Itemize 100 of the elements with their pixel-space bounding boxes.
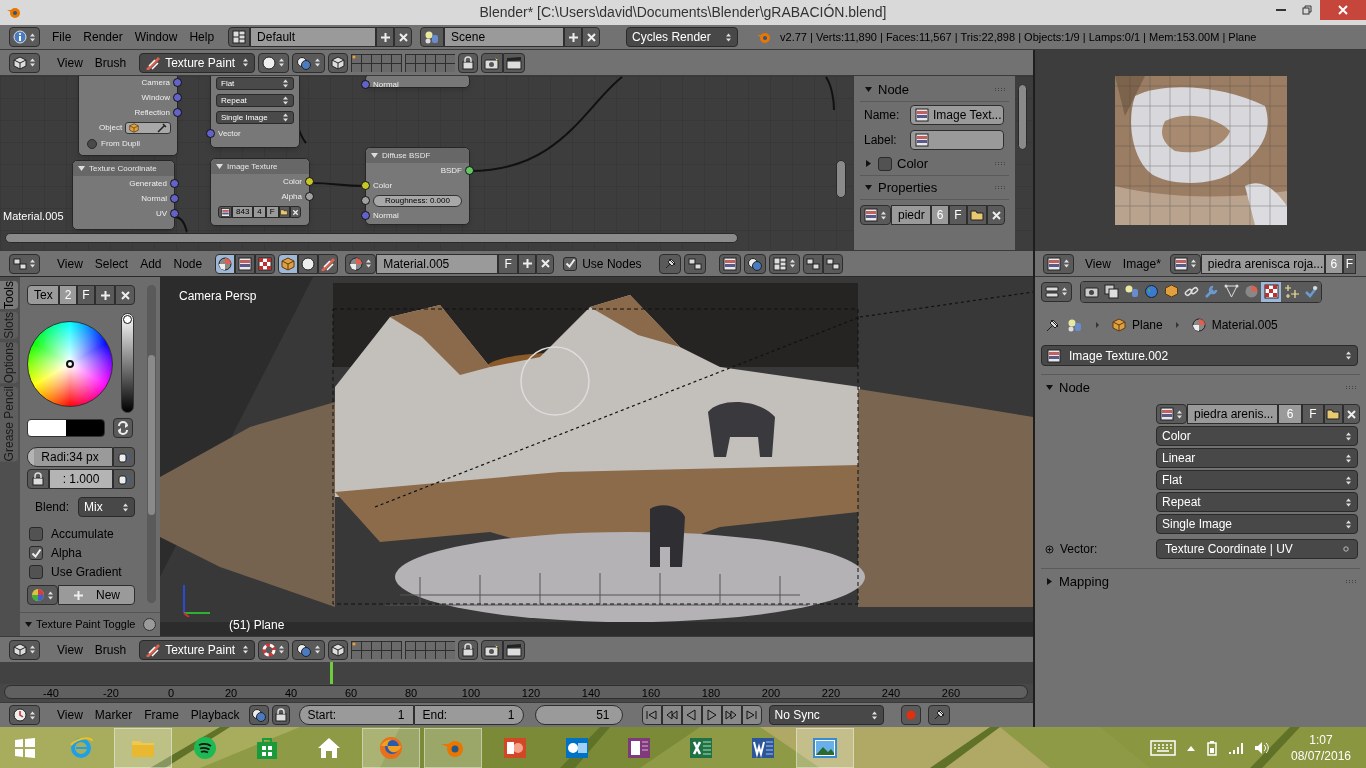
menu-button[interactable]: Select (88, 253, 135, 274)
field-label: Label: (864, 131, 898, 149)
menu-button[interactable]: Image* (1116, 253, 1167, 274)
dropdown[interactable]: Flat (1156, 470, 1358, 490)
tick-label: 220 (820, 686, 842, 701)
tick-label: 180 (700, 686, 722, 701)
menu-button[interactable]: Window (128, 27, 184, 47)
strength-slider[interactable]: : 1.000 (49, 469, 113, 489)
link-field[interactable]: Texture Coordinate | UV (1156, 539, 1358, 559)
menu-button[interactable]: Frame (138, 705, 185, 725)
socket-label: Generated (129, 179, 167, 188)
menu-button[interactable]: Node (167, 253, 209, 274)
current-frame-field[interactable]: 51 (534, 705, 623, 725)
socket-label: Normal (373, 80, 399, 89)
image-field-button[interactable]: 4 (253, 206, 266, 218)
sidebar-tab[interactable]: Tools (0, 281, 18, 309)
node-title: Texture Coordinate (89, 164, 157, 173)
value-slider[interactable]: Roughness: 0.000 (373, 194, 462, 207)
checkbox-label: Use Nodes (582, 255, 642, 273)
fake-user-button[interactable]: F (1302, 404, 1324, 424)
image-field-button[interactable]: 843 (232, 206, 254, 218)
panel-title[interactable]: Node (878, 79, 910, 100)
tick-label: 100 (460, 686, 482, 701)
node-title: Image Texture (227, 162, 278, 171)
start-frame-field[interactable]: Start: 1 (298, 705, 414, 725)
blend-dropdown[interactable]: Mix (78, 497, 135, 517)
socket-label: Camera (141, 78, 170, 87)
fake-user-button[interactable]: F (949, 205, 967, 225)
texture-name-field[interactable]: Tex (27, 285, 59, 305)
menu-button[interactable]: Brush (88, 639, 133, 660)
tick-label: 40 (283, 686, 299, 701)
dropdown[interactable]: Repeat (1156, 492, 1358, 512)
field-label: Blend: (35, 499, 70, 516)
menu-button[interactable]: View (1079, 253, 1117, 274)
node-title: Diffuse BSDF (382, 151, 431, 160)
breadcrumb-item[interactable]: Material.005 (1211, 316, 1278, 334)
panel-title[interactable]: Color (897, 153, 929, 174)
scene-stats: v2.77 | Verts:11,890 | Faces:11,567 | Tris:22,898 | Objects:1/9 | Lamps:0/1 | Mem:153.00M | Plane (780, 29, 1257, 45)
breadcrumb-item[interactable]: Plane (1132, 316, 1163, 334)
fake-user-button[interactable]: F (498, 253, 519, 274)
tick-label: 140 (580, 686, 602, 701)
menu-button[interactable]: View (51, 52, 89, 73)
image-name-field[interactable]: piedra arenisca roja... (1200, 253, 1325, 274)
panel-title[interactable]: Texture Paint Toggle (36, 616, 136, 633)
tick-label: 80 (403, 686, 419, 701)
image-name-field[interactable]: piedr (891, 205, 931, 225)
socket-label: Reflection (134, 108, 170, 117)
scene-name-field[interactable]: Scene (444, 27, 565, 47)
menu-button[interactable]: Playback (184, 705, 246, 725)
socket-label: Vector (218, 129, 241, 138)
panel-title[interactable]: Properties (878, 177, 938, 198)
menu-button[interactable]: View (51, 253, 89, 274)
menu-button[interactable]: Brush (88, 52, 133, 73)
end-frame-field[interactable]: End: 1 (413, 705, 524, 725)
fake-user-button[interactable]: F (77, 285, 95, 305)
menu-button[interactable]: Help (183, 27, 221, 47)
field-label: Object (99, 124, 123, 132)
node-selector-dropdown[interactable]: Image Texture.002 (1041, 345, 1358, 366)
menu-button[interactable]: Marker (88, 705, 139, 725)
menu-button[interactable]: Add (134, 253, 168, 274)
tick-label: 160 (640, 686, 662, 701)
name-field[interactable]: Image Text... (910, 104, 1004, 125)
menu-button[interactable]: View (51, 705, 89, 725)
socket-label: UV (155, 209, 167, 218)
socket-label: Alpha (281, 192, 302, 201)
image-name-field[interactable]: piedra arenis... (1187, 404, 1278, 424)
layout-name-field[interactable]: Default (250, 27, 377, 47)
tick-label: 20 (223, 686, 239, 701)
dropdown[interactable]: Linear (1156, 448, 1358, 468)
radius-slider[interactable]: Radi:34 px (27, 447, 113, 467)
socket-label: Color (282, 177, 302, 186)
socket-label: Window (141, 93, 170, 102)
material-name-label: Material.005 (3, 209, 64, 224)
socket-label: Normal (373, 211, 399, 220)
panel-title[interactable]: Node (1059, 377, 1091, 398)
dropdown[interactable]: Flat (216, 77, 294, 90)
window-title: Blender* [C:\Users\david\Documents\Blender\gRABACIÓN.blend] (479, 3, 887, 22)
tick-label: -20 (102, 686, 120, 701)
material-name-field[interactable]: Material.005 (376, 253, 499, 274)
dropdown[interactable]: Color (1156, 426, 1358, 446)
tick-label: 200 (760, 686, 782, 701)
new-button[interactable]: New (58, 585, 135, 605)
dropdown[interactable]: Single Image (1156, 514, 1358, 534)
render-engine-dropdown[interactable]: Cycles Render (626, 27, 739, 47)
view-name-label: Camera Persp (179, 288, 257, 305)
tick-label: -40 (42, 686, 60, 701)
field-label: Vector: (1060, 541, 1099, 558)
tick-label: 0 (166, 686, 176, 701)
menu-button[interactable]: View (51, 639, 89, 660)
dropdown[interactable]: Single Image (216, 111, 294, 124)
menu-button[interactable]: File (46, 27, 78, 47)
mode-dropdown[interactable]: Texture Paint (139, 639, 256, 660)
menu-button[interactable]: Render (77, 27, 129, 47)
dropdown[interactable]: Repeat (216, 94, 294, 107)
tick-label: 240 (880, 686, 902, 701)
mode-dropdown[interactable]: Texture Paint (139, 52, 256, 73)
panel-title[interactable]: Mapping (1059, 571, 1109, 592)
checkbox-label: From Dupli (101, 140, 141, 148)
checkbox-label: Use Gradient (51, 564, 122, 581)
sync-dropdown[interactable]: No Sync (768, 705, 884, 725)
